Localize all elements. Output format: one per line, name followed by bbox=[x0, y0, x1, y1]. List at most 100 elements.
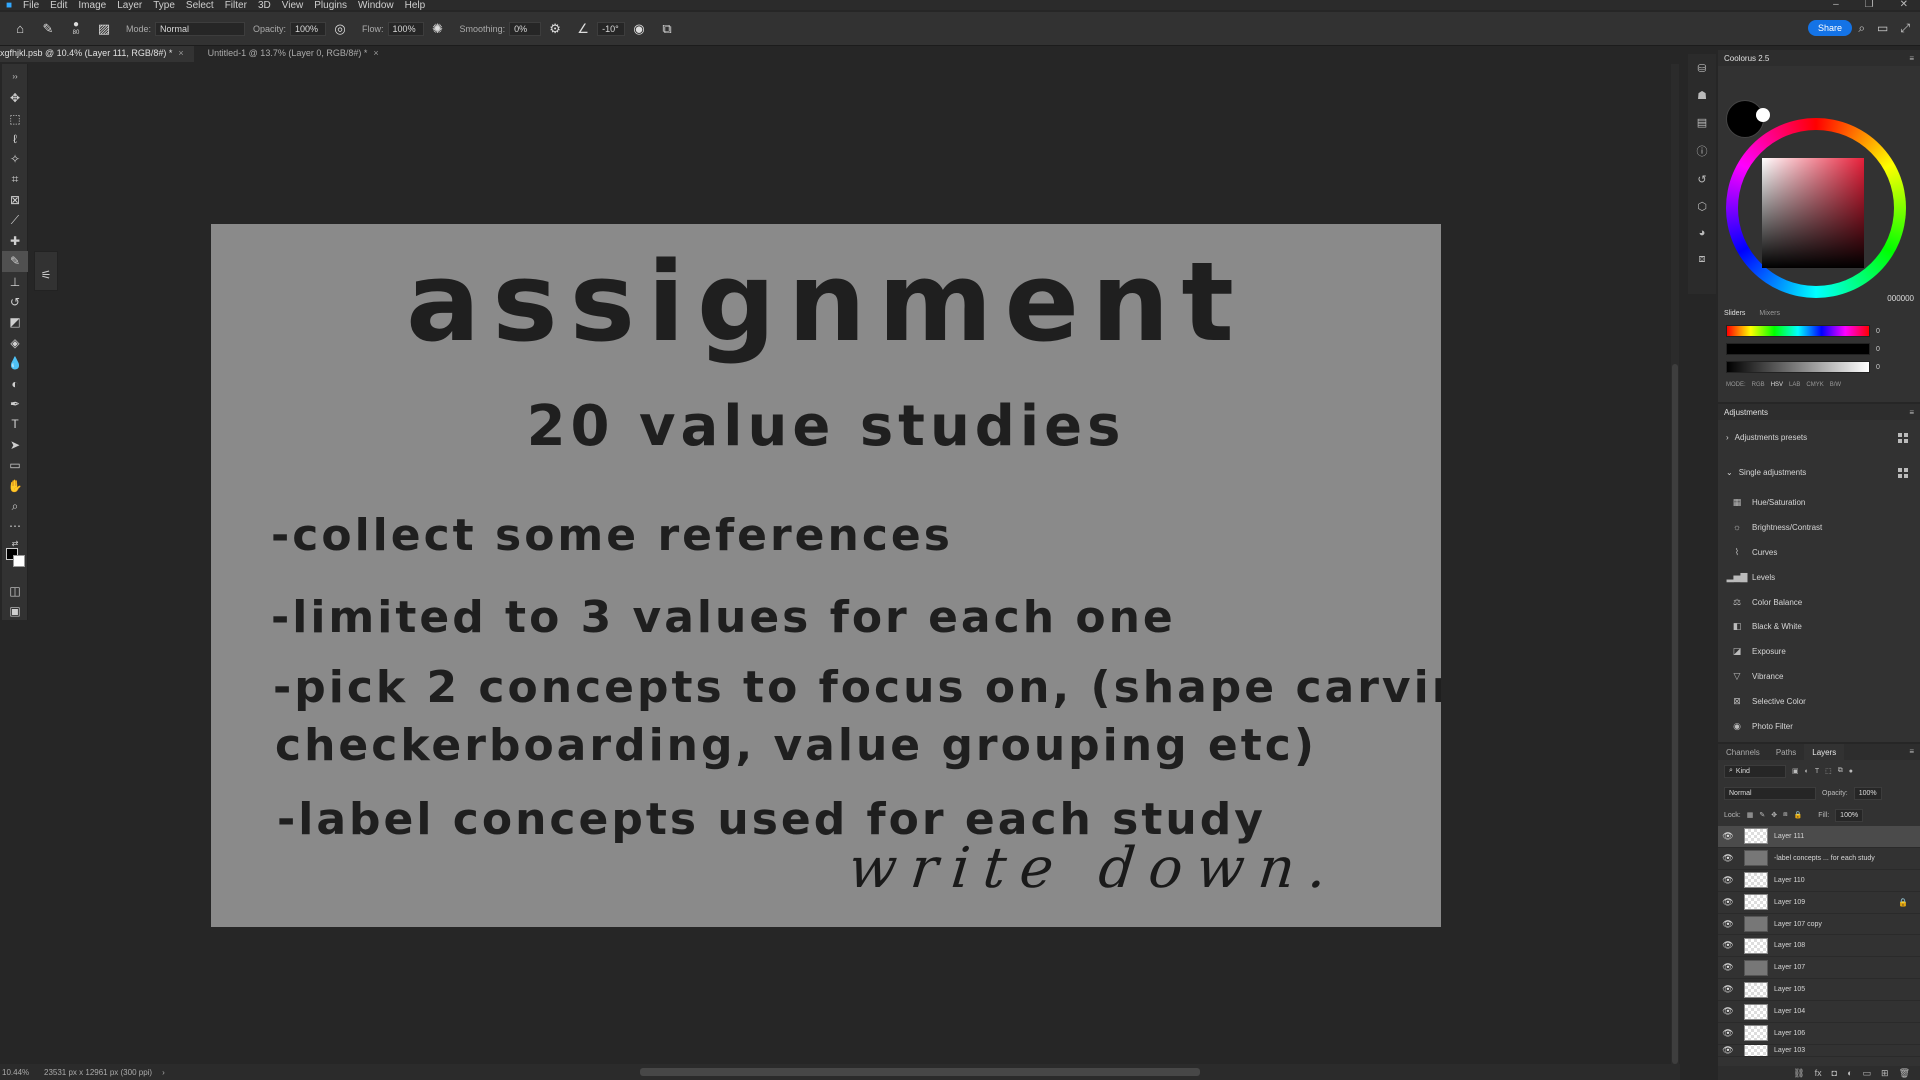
magic-wand-tool-icon[interactable]: ✧ bbox=[2, 149, 28, 169]
panel-menu-icon[interactable]: ≡ bbox=[1909, 54, 1914, 63]
brush-tool-icon[interactable]: ✎ bbox=[40, 21, 56, 37]
layer-row[interactable]: 👁 Layer 107 bbox=[1718, 957, 1920, 980]
close-icon[interactable]: ✕ bbox=[1900, 0, 1908, 10]
lock-transparency-icon[interactable]: ▦ bbox=[1747, 811, 1754, 819]
mode-select[interactable]: Normal bbox=[155, 21, 246, 36]
more-tools-icon[interactable]: ⋯ bbox=[2, 516, 28, 536]
menu-type[interactable]: Type bbox=[153, 0, 175, 11]
panel-menu-icon[interactable]: ≡ bbox=[1909, 744, 1914, 760]
eraser-tool-icon[interactable]: ◩ bbox=[2, 312, 28, 332]
zoom-tool-icon[interactable]: ⌕ bbox=[2, 496, 28, 516]
3d-panel-icon[interactable]: ⬡ bbox=[1697, 200, 1707, 213]
brush-tool-icon[interactable]: ✎ bbox=[2, 251, 28, 272]
visibility-eye-icon[interactable]: 👁 bbox=[1718, 1006, 1738, 1017]
adjustment-color-balance[interactable]: ⚖ Color Balance bbox=[1718, 590, 1920, 615]
hue-slider[interactable] bbox=[1726, 325, 1870, 337]
layer-fill-input[interactable]: 100% bbox=[1835, 808, 1864, 822]
visibility-eye-icon[interactable]: 👁 bbox=[1718, 919, 1738, 930]
adjustment-hue-saturation[interactable]: ▦ Hue/Saturation bbox=[1718, 490, 1920, 515]
document-info[interactable]: 23531 px x 12961 px (300 ppi) bbox=[44, 1068, 152, 1077]
tab-channels[interactable]: Channels bbox=[1718, 744, 1768, 760]
tab-layers[interactable]: Layers bbox=[1804, 744, 1845, 760]
layer-row[interactable]: 👁 Layer 109 🔒 bbox=[1718, 892, 1920, 914]
blend-mode-select[interactable]: Normal bbox=[1724, 786, 1816, 800]
pressure-size-icon[interactable]: ◉ bbox=[631, 21, 647, 37]
adjustment-black-white[interactable]: ◧ Black & White bbox=[1718, 614, 1920, 639]
screen-mode-icon[interactable]: ▣ bbox=[2, 601, 28, 621]
adjustment-curves[interactable]: ⌇ Curves bbox=[1718, 540, 1920, 565]
move-tool-icon[interactable]: ✥ bbox=[2, 88, 28, 108]
visibility-eye-icon[interactable]: 👁 bbox=[1718, 1045, 1738, 1056]
brightness-slider[interactable] bbox=[1726, 361, 1870, 373]
lock-all-icon[interactable]: 🔒 bbox=[1794, 811, 1803, 819]
layer-row[interactable]: 👁 -label concepts ... for each study bbox=[1718, 848, 1920, 870]
undo-history-icon[interactable]: ↺ bbox=[1697, 173, 1706, 186]
adjustment-exposure[interactable]: ◪ Exposure bbox=[1718, 639, 1920, 664]
stamp-tool-icon[interactable]: ⊥ bbox=[2, 272, 28, 292]
layer-row[interactable]: 👁 Layer 107 copy bbox=[1718, 914, 1920, 936]
tab-sliders[interactable]: Sliders bbox=[1724, 310, 1745, 317]
visibility-eye-icon[interactable]: 👁 bbox=[1718, 831, 1738, 842]
hex-value[interactable]: 000000 bbox=[1887, 294, 1914, 303]
info-panel-icon[interactable]: ⓘ bbox=[1697, 143, 1708, 159]
layer-lock-icon[interactable]: 🔒 bbox=[1898, 898, 1908, 907]
layer-opacity-input[interactable]: 100% bbox=[1853, 786, 1882, 800]
layer-row[interactable]: 👁 Layer 106 bbox=[1718, 1023, 1920, 1045]
healing-brush-tool-icon[interactable]: ✚ bbox=[2, 231, 28, 251]
mode-cmyk[interactable]: CMYK bbox=[1806, 382, 1823, 388]
adjustment-brightness-contrast[interactable]: ☼ Brightness/Contrast bbox=[1718, 515, 1920, 540]
filter-adjustment-icon[interactable]: ◐ bbox=[1805, 768, 1809, 775]
history-brush-tool-icon[interactable]: ↺ bbox=[2, 292, 28, 312]
symmetry-icon[interactable]: ⧉ bbox=[659, 21, 675, 37]
hand-tool-icon[interactable]: ✋ bbox=[2, 475, 28, 495]
new-adjustment-layer-icon[interactable]: ◐ bbox=[1847, 1068, 1852, 1078]
tab-mixers[interactable]: Mixers bbox=[1759, 310, 1780, 317]
background-color-dot[interactable] bbox=[1756, 108, 1770, 122]
lock-position-icon[interactable]: ✥ bbox=[1771, 811, 1777, 819]
scrollbar-thumb[interactable] bbox=[1672, 364, 1678, 1064]
flow-input[interactable]: 100% bbox=[387, 21, 424, 36]
comments-panel-icon[interactable]: ▤ bbox=[1697, 116, 1707, 129]
app-logo-icon[interactable]: ■ bbox=[6, 0, 12, 11]
hue-value[interactable]: 0 bbox=[1876, 328, 1880, 335]
saturation-value-square[interactable] bbox=[1762, 158, 1864, 268]
menu-edit[interactable]: Edit bbox=[50, 0, 67, 11]
menu-select[interactable]: Select bbox=[186, 0, 214, 11]
history-panel-icon[interactable]: ⛁ bbox=[1697, 62, 1706, 75]
menu-3d[interactable]: 3D bbox=[258, 0, 271, 11]
navigator-icon[interactable]: ◕ bbox=[1699, 227, 1706, 239]
menu-file[interactable]: File bbox=[23, 0, 39, 11]
new-layer-icon[interactable]: ⊞ bbox=[1881, 1068, 1889, 1079]
smoothing-input[interactable]: 0% bbox=[509, 21, 542, 36]
document-canvas[interactable]: assignment 20 value studies -collect som… bbox=[211, 224, 1441, 927]
filter-shape-icon[interactable]: ⬚ bbox=[1825, 767, 1832, 775]
layer-style-icon[interactable]: fx bbox=[1815, 1068, 1822, 1078]
libraries-icon[interactable]: ⧈ bbox=[1699, 253, 1706, 266]
grid-view-icon[interactable] bbox=[1898, 432, 1908, 443]
home-icon[interactable]: ⌂ bbox=[12, 21, 28, 37]
path-selection-tool-icon[interactable]: ➤ bbox=[2, 435, 28, 455]
mode-lab[interactable]: LAB bbox=[1789, 382, 1800, 388]
filter-pixel-icon[interactable]: ▣ bbox=[1792, 767, 1799, 775]
tab-paths[interactable]: Paths bbox=[1768, 744, 1804, 760]
blur-tool-icon[interactable]: 💧 bbox=[2, 353, 28, 373]
opacity-input[interactable]: 100% bbox=[290, 21, 327, 36]
type-tool-icon[interactable]: T bbox=[2, 414, 28, 434]
collapse-toolbar-icon[interactable]: ›› bbox=[2, 64, 28, 88]
rectangle-tool-icon[interactable]: ▭ bbox=[2, 455, 28, 475]
visibility-eye-icon[interactable]: 👁 bbox=[1718, 962, 1738, 973]
adjustment-levels[interactable]: ▂▅▇ Levels bbox=[1718, 565, 1920, 590]
grid-view-icon[interactable] bbox=[1898, 467, 1908, 478]
pressure-opacity-icon[interactable]: ◎ bbox=[332, 21, 348, 37]
dodge-tool-icon[interactable]: ◐ bbox=[2, 373, 28, 393]
link-layers-icon[interactable]: ⛓ bbox=[1793, 1068, 1804, 1079]
menu-layer[interactable]: Layer bbox=[117, 0, 142, 11]
new-group-icon[interactable]: ▭ bbox=[1863, 1068, 1872, 1079]
layer-kind-filter[interactable]: ⌕ Kind bbox=[1724, 764, 1786, 778]
mode-hsv[interactable]: HSV bbox=[1771, 382, 1783, 388]
filter-toggle-icon[interactable]: ● bbox=[1849, 768, 1853, 775]
saturation-value[interactable]: 0 bbox=[1876, 346, 1880, 353]
brush-settings-icon[interactable]: ⚟ bbox=[41, 268, 52, 282]
paint-bucket-tool-icon[interactable]: ◈ bbox=[2, 333, 28, 353]
layer-row[interactable]: 👁 Layer 110 bbox=[1718, 870, 1920, 892]
